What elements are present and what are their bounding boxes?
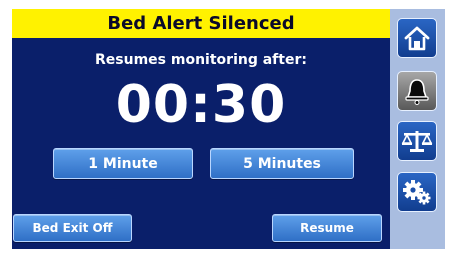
alert-banner: Bed Alert Silenced (12, 9, 390, 38)
main-panel: Resumes monitoring after: 00:30 1 Minute… (12, 38, 390, 249)
home-icon (404, 26, 430, 51)
alert-screen: Bed Alert Silenced Resumes monitoring af… (12, 9, 445, 249)
sidebar-item-scale[interactable] (397, 121, 437, 161)
sidebar-item-alert[interactable] (397, 71, 437, 111)
resume-button[interactable]: Resume (272, 214, 382, 242)
one-minute-button[interactable]: 1 Minute (53, 148, 193, 179)
scale-icon (401, 131, 433, 152)
sidebar (390, 9, 445, 249)
banner-title: Bed Alert Silenced (107, 13, 295, 34)
gears-icon (403, 180, 431, 205)
sidebar-item-home[interactable] (397, 18, 437, 58)
countdown-timer: 00:30 (115, 75, 287, 135)
sidebar-item-settings[interactable] (397, 172, 437, 212)
five-minutes-button[interactable]: 5 Minutes (210, 148, 354, 179)
bed-exit-off-button[interactable]: Bed Exit Off (13, 214, 132, 242)
resume-subtitle: Resumes monitoring after: (95, 52, 307, 68)
bell-icon (405, 79, 429, 105)
